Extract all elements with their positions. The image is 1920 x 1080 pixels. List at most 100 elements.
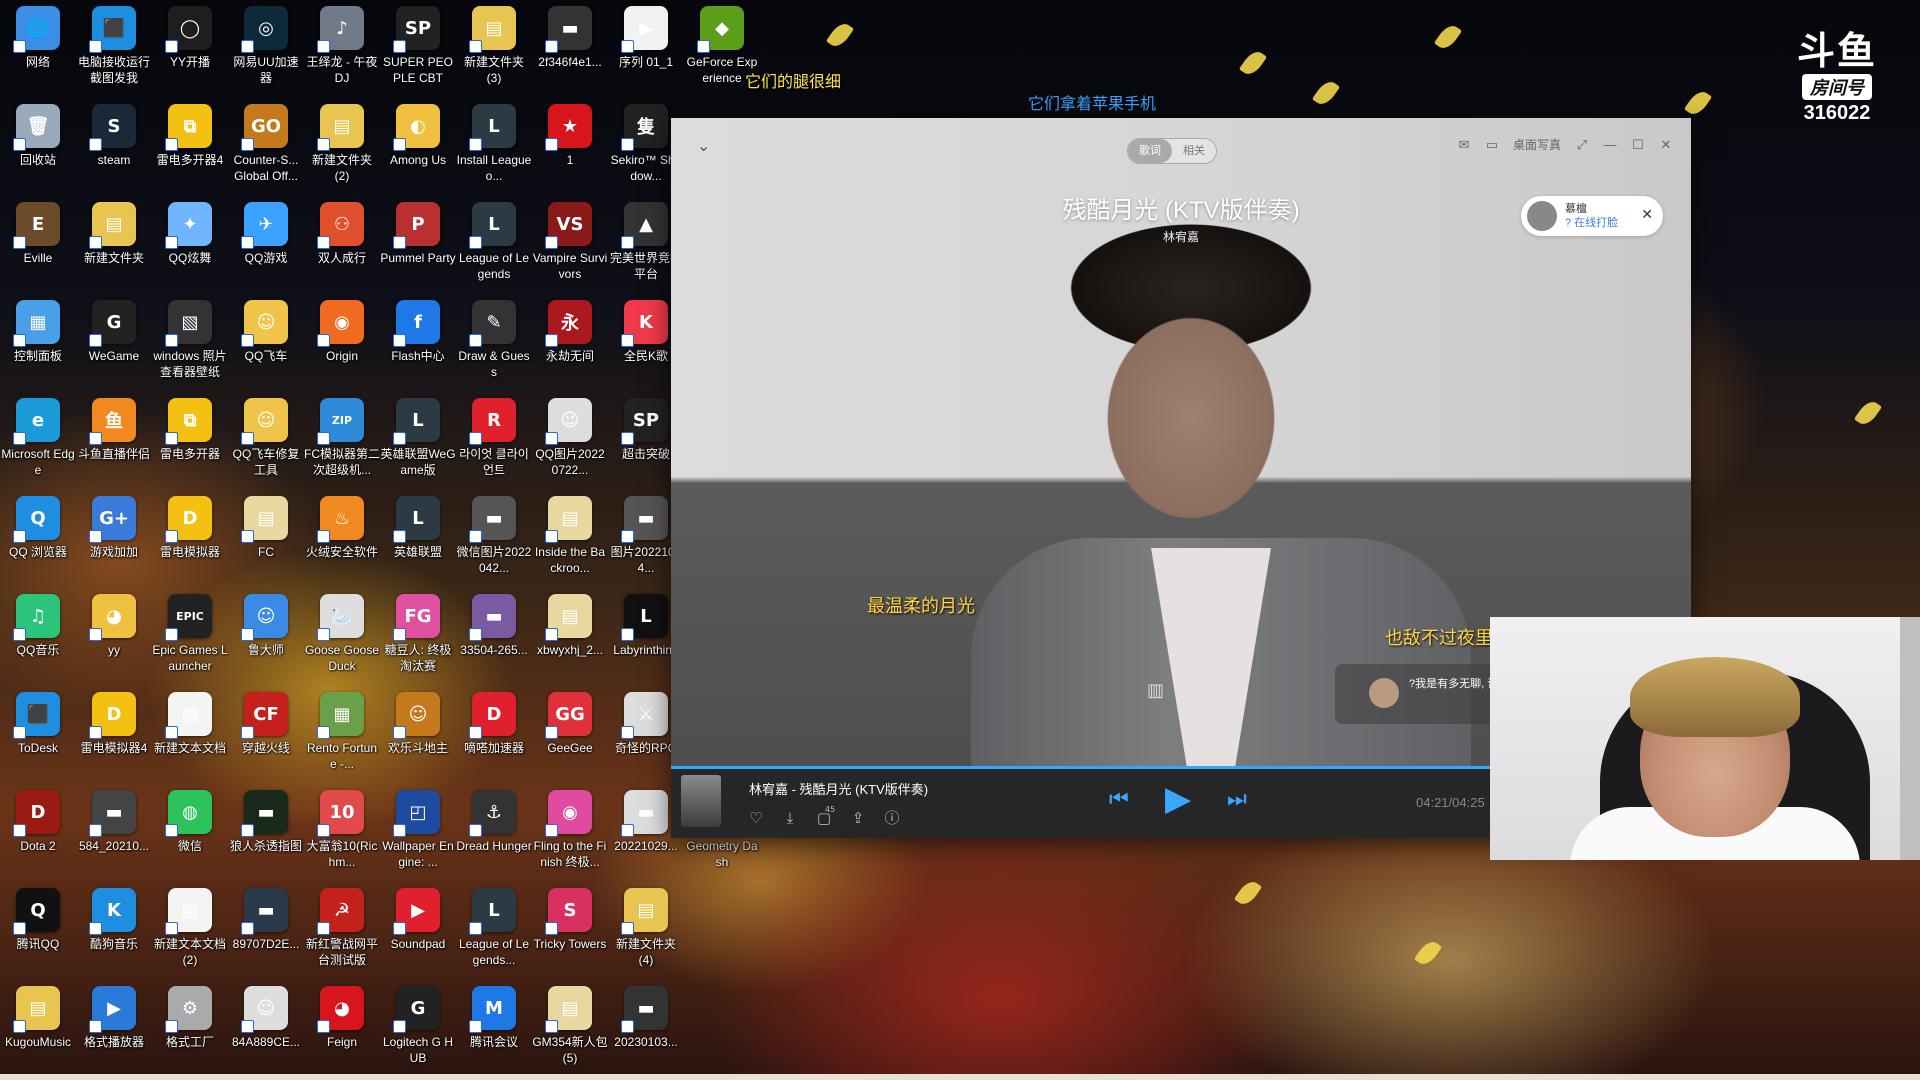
desktop-icon[interactable]: ☺ QQ飞车 — [228, 300, 304, 364]
desktop-icon[interactable]: CF 穿越火线 — [228, 692, 304, 756]
desktop-icon[interactable]: ◍ 微信 — [152, 790, 228, 854]
chevron-down-icon[interactable]: ⌄ — [697, 136, 713, 155]
desktop-icon[interactable]: ♨ 火绒安全软件 — [304, 496, 380, 560]
heart-icon[interactable]: ♡ — [747, 809, 765, 827]
desktop-icon[interactable]: ◕ yy — [76, 594, 152, 658]
desktop-icon[interactable]: ▬ 2f346f4e1... — [532, 6, 608, 70]
desktop-icon[interactable]: 10 大富翁10(Richm... — [304, 790, 380, 870]
desktop-icon[interactable]: ▤ FC — [228, 496, 304, 560]
desktop-icon[interactable]: SP SUPER PEOPLE CBT — [380, 6, 456, 86]
desktop-icon[interactable]: Ssteam — [76, 104, 152, 168]
desktop-icon[interactable]: ⬛ 电脑接收运行截图发我 — [76, 6, 152, 86]
desktop-icon[interactable]: D 嘀嗒加速器 — [456, 692, 532, 756]
next-track-button[interactable]: ⏭ — [1227, 787, 1247, 812]
desktop-icon[interactable]: 🌐 网络 — [0, 6, 76, 70]
desktop-icon[interactable]: E Eville — [0, 202, 76, 266]
desktop-icon[interactable]: ⚇ 双人成行 — [304, 202, 380, 266]
desktop-icon[interactable]: GG GeeGee — [532, 692, 608, 756]
desktop-icon[interactable]: ▬ 33504-265... — [456, 594, 532, 658]
minimize-icon[interactable]: — — [1603, 137, 1617, 152]
desktop-icon[interactable]: D Dota 2 — [0, 790, 76, 854]
close-icon[interactable]: ✕ — [1659, 137, 1673, 152]
desktop-icon[interactable]: Q 腾讯QQ — [0, 888, 76, 952]
desktop-icon[interactable]: L League of Legends... — [456, 888, 532, 968]
desktop-icon[interactable]: ◯ YY开播 — [152, 6, 228, 70]
desktop-icon[interactable]: ⧉ 雷电多开器 — [152, 398, 228, 462]
desktop-icon[interactable]: L 英雄联盟 — [380, 496, 456, 560]
desktop-icon[interactable]: ☺ 84A889CE... — [228, 986, 304, 1050]
desktop-icon[interactable]: ▤ 新建文本文档 — [152, 692, 228, 756]
desktop-icon[interactable]: FG 糖豆人: 终极淘汰赛 — [380, 594, 456, 674]
desktop-icon[interactable]: ◉ Origin — [304, 300, 380, 364]
desktop-icon[interactable]: ▬ 584_20210... — [76, 790, 152, 854]
desktop-icon[interactable]: L Install League o... — [456, 104, 532, 184]
desktop-icon[interactable]: L 英雄联盟WeGame版 — [380, 398, 456, 478]
album-cover-thumb[interactable] — [681, 775, 721, 827]
desktop-icon[interactable]: S Tricky Towers — [532, 888, 608, 952]
desktop-icon[interactable]: ⧉ 雷电多开器4 — [152, 104, 228, 168]
desktop-icon[interactable]: ◰ Wallpaper Engine: ... — [380, 790, 456, 870]
now-playing-label[interactable]: 林宥嘉 - 残酷月光 (KTV版伴奏) — [749, 779, 928, 798]
pen-icon[interactable]: ✎ — [1195, 680, 1210, 701]
comment-icon[interactable]: ▢ 45 — [815, 805, 835, 827]
desktop-icon[interactable]: Q QQ 浏览器 — [0, 496, 76, 560]
desktop-icon[interactable]: ▤ 新建文件夹 — [76, 202, 152, 266]
desktop-icon[interactable]: G+ 游戏加加 — [76, 496, 152, 560]
desktop-icon[interactable]: EPIC Epic Games Launcher — [152, 594, 228, 674]
desktop-icon[interactable]: f Flash中心 — [380, 300, 456, 364]
desktop-icon[interactable]: ✈ QQ游戏 — [228, 202, 304, 266]
desktop-icon[interactable]: ▤ GM354新人包 (5) — [532, 986, 608, 1066]
desktop-photo-button[interactable]: 桌面写真 — [1513, 136, 1561, 153]
desktop-icon[interactable]: ☭ 新红警战网平台测试版 — [304, 888, 380, 968]
desktop-icon[interactable]: GO Counter-S... Global Off... — [228, 104, 304, 184]
desktop-icon[interactable]: G WeGame — [76, 300, 152, 364]
desktop-icon[interactable]: ▬ 20230103... — [608, 986, 684, 1050]
desktop-icon[interactable]: VS Vampire Survivors — [532, 202, 608, 282]
download-icon[interactable]: ⤓ — [781, 809, 799, 827]
desktop-icon[interactable]: ▬ 狼人杀透指图 — [228, 790, 304, 854]
share-icon[interactable]: ⇪ — [849, 809, 867, 827]
desktop-icon[interactable]: ▶ 格式播放器 — [76, 986, 152, 1050]
desktop-icon[interactable]: L League of Legends — [456, 202, 532, 282]
desktop-icon[interactable]: ◐ Among Us — [380, 104, 456, 168]
previous-track-button[interactable]: ⏮ — [1109, 787, 1129, 812]
desktop-icon[interactable]: ◉ Fling to the Finish 终极... — [532, 790, 608, 870]
desktop-icon[interactable]: ☺ 鲁大师 — [228, 594, 304, 658]
desktop-icon[interactable]: ▬ 微信图片2022042... — [456, 496, 532, 576]
close-icon[interactable]: ✕ — [1641, 207, 1653, 223]
desktop-icon[interactable]: ✎ Draw & Guess — [456, 300, 532, 380]
desktop-icon[interactable]: ▤ xbwyxhj_2... — [532, 594, 608, 658]
info-icon[interactable]: ⓘ — [883, 809, 901, 827]
film-icon[interactable]: ▥ — [1147, 680, 1164, 701]
desktop-icon[interactable]: 鱼斗鱼直播伴侣 — [76, 398, 152, 462]
desktop-icon[interactable]: K 酷狗音乐 — [76, 888, 152, 952]
desktop-icon[interactable]: ▶ Soundpad — [380, 888, 456, 952]
desktop-icon[interactable]: ⚙ 格式工厂 — [152, 986, 228, 1050]
tab-lyrics[interactable]: 歌词 — [1128, 139, 1172, 163]
desktop-icon[interactable]: e Microsoft Edge — [0, 398, 76, 478]
desktop-icon[interactable]: D 雷电模拟器 — [152, 496, 228, 560]
live-reward-card[interactable]: 慕檀 ? 在线打脸 ✕ — [1521, 196, 1663, 236]
desktop-icon[interactable]: ◎ 网易UU加速器 — [228, 6, 304, 86]
desktop-icon[interactable]: R 라이엇 클라이언트 — [456, 398, 532, 478]
desktop-icon[interactable]: ✦ QQ炫舞 — [152, 202, 228, 266]
desktop-icon[interactable]: ▦ 控制面板 — [0, 300, 76, 364]
tab-related[interactable]: 相关 — [1172, 139, 1216, 163]
maximize-icon[interactable]: ☐ — [1631, 137, 1645, 152]
desktop-icon[interactable]: ▧ windows 照片查看器壁纸 — [152, 300, 228, 380]
desktop-icon[interactable]: 永永劫无间 — [532, 300, 608, 364]
desktop-icon[interactable]: ♪ 王绎龙 - 午夜DJ — [304, 6, 380, 86]
desktop-icon[interactable]: ☺ QQ飞车修复工具 — [228, 398, 304, 478]
desktop-icon[interactable]: ⚓ Dread Hunger — [456, 790, 532, 854]
desktop-icon[interactable]: ZIP FC模拟器第二次超级机... — [304, 398, 380, 478]
desktop-icon[interactable]: ▤ 新建文件夹 (2) — [304, 104, 380, 184]
desktop-icon[interactable]: ▤ 新建文件夹 (4) — [608, 888, 684, 968]
desktop-icon[interactable]: G Logitech G HUB — [380, 986, 456, 1066]
desktop-icon[interactable]: ▤ KugouMusic — [0, 986, 76, 1050]
desktop-icon[interactable]: ★ 1 — [532, 104, 608, 168]
desktop-icon[interactable]: 🗑 回收站 — [0, 104, 76, 168]
desktop-icon[interactable]: P Pummel Party — [380, 202, 456, 266]
desktop-icon[interactable]: ⬛ ToDesk — [0, 692, 76, 756]
desktop-icon[interactable]: ▤ Inside the Backroo... — [532, 496, 608, 576]
desktop-icon[interactable]: ◕ Feign — [304, 986, 380, 1050]
